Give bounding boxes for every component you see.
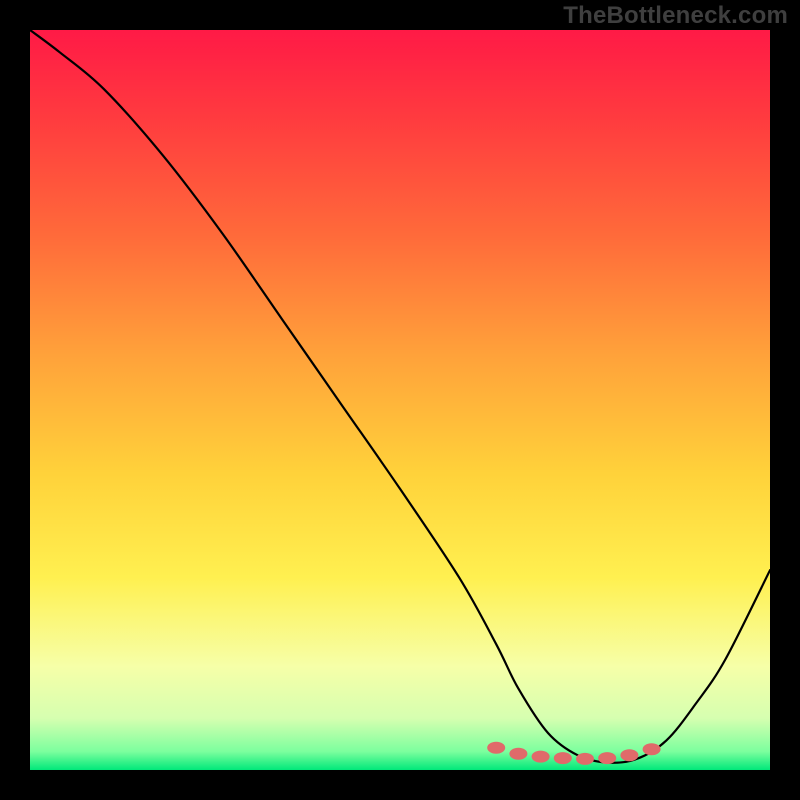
gradient-background [30, 30, 770, 770]
optimum-marker [620, 749, 638, 761]
optimum-marker [643, 743, 661, 755]
optimum-marker [487, 742, 505, 754]
optimum-marker [576, 753, 594, 765]
plot-area [30, 30, 770, 770]
optimum-marker [554, 752, 572, 764]
chart-svg [30, 30, 770, 770]
optimum-marker [509, 748, 527, 760]
optimum-marker [598, 752, 616, 764]
optimum-marker [532, 751, 550, 763]
watermark-label: TheBottleneck.com [563, 2, 788, 30]
chart-frame: TheBottleneck.com [0, 0, 800, 800]
